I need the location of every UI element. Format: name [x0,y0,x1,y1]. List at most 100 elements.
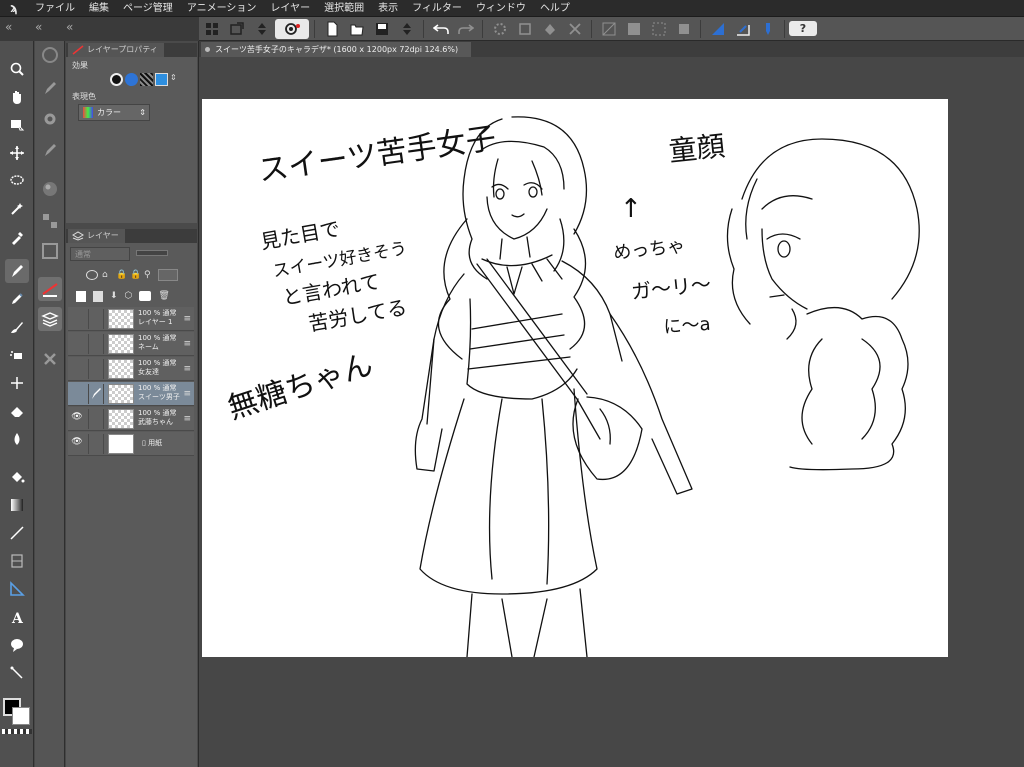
edit-target-cell[interactable] [88,334,104,354]
layer-row[interactable]: 100 % 通常 女友達 ≡ [68,357,194,381]
zoom-tool-icon[interactable] [5,57,29,81]
pen-subtool-icon[interactable] [38,77,62,101]
canvas-viewport[interactable]: スイーツ苦手女子 見た目で スイーツ好きそう と言われて 苦労してる 無糖ちゃん… [199,57,1024,767]
loading-icon[interactable] [488,19,511,39]
ruler-snap-icon[interactable] [706,19,729,39]
layer-menu-icon[interactable]: ≡ [183,364,191,374]
hand-tool-icon[interactable] [5,85,29,109]
layer-property-tab[interactable]: レイヤープロパティ [66,43,197,57]
menu-layer[interactable]: レイヤー [263,0,317,17]
new-window-icon[interactable] [200,19,223,39]
pencil-tool-icon[interactable] [5,287,29,311]
gear-icon[interactable] [38,107,62,131]
clip-icon[interactable]: ⌂ [102,270,112,280]
layer-row[interactable]: 👁 ▯ 用紙 [68,432,194,456]
reference-layer-icon[interactable]: ⚲ [144,270,154,280]
fill-selection-icon[interactable] [622,19,645,39]
search-icon[interactable] [38,43,62,67]
close-icon[interactable] [38,347,62,371]
layer-menu-icon[interactable]: ≡ [183,339,191,349]
eraser-tool-icon[interactable] [5,399,29,423]
new-raster-layer-icon[interactable] [76,290,86,302]
layer-menu-icon[interactable]: ≡ [183,314,191,324]
transform-icon[interactable] [513,19,536,39]
visibility-eye-icon[interactable] [70,312,84,324]
auto-select-tool-icon[interactable] [5,197,29,221]
menu-edit[interactable]: 編集 [82,0,116,17]
blend-mode-select[interactable]: 通常 [70,247,130,261]
fill-icon[interactable] [538,19,561,39]
visibility-eye-icon[interactable]: 👁 [70,412,84,424]
grid-icon[interactable] [38,209,62,233]
visibility-eye-icon[interactable]: 👁 [70,437,84,449]
collapse-toolstrip-icon[interactable]: « [5,19,12,35]
transparent-color-swatch[interactable] [2,729,32,734]
brush-tool-icon[interactable] [5,315,29,339]
open-file-icon[interactable] [345,19,368,39]
eyedropper-tool-icon[interactable] [5,225,29,249]
edit-target-cell[interactable] [88,359,104,379]
edit-target-cell[interactable] [88,309,104,329]
menu-animation[interactable]: アニメーション [180,0,264,17]
crop-icon[interactable] [563,19,586,39]
border-effect-icon[interactable] [110,73,123,86]
merge-icon[interactable]: ⬡ [125,291,133,301]
sphere-icon[interactable] [38,177,62,201]
layer-row[interactable]: 👁 100 % 通常 武藤ちゃん ≡ [68,407,194,431]
stepper-icon[interactable] [250,19,273,39]
close-tab-icon[interactable] [205,47,210,52]
stepper-icon-2[interactable] [395,19,418,39]
save-icon[interactable] [370,19,393,39]
expression-color-select[interactable]: カラー ⇕ [78,104,150,121]
lock-icon[interactable]: 🔒 [116,270,127,280]
visibility-eye-icon[interactable] [70,362,84,374]
menu-selection[interactable]: 選択範囲 [317,0,371,17]
pen-subtool-2-icon[interactable] [38,139,62,163]
export-icon[interactable] [225,19,248,39]
grid-snap-icon[interactable] [756,19,779,39]
ruler-tool-icon[interactable] [5,577,29,601]
airbrush-tool-icon[interactable] [5,343,29,367]
layer-menu-icon[interactable]: ≡ [183,389,191,399]
app-logo-icon[interactable]: ϡ [0,0,28,17]
tone-effect-icon[interactable] [125,73,138,86]
menu-file[interactable]: ファイル [28,0,82,17]
new-vector-layer-icon[interactable] [93,290,103,302]
edit-target-cell[interactable] [88,434,104,454]
correct-line-tool-icon[interactable] [5,661,29,685]
deselect-icon[interactable] [672,19,695,39]
palette-menu-icon[interactable] [158,269,178,281]
layer-mask-icon[interactable] [86,270,98,280]
effect-stepper-icon[interactable]: ⇕ [170,73,178,86]
collapse-substrip-icon[interactable]: « [35,19,42,35]
lock-alpha-icon[interactable]: 🔒 [130,270,141,280]
layer-property-tab-icon[interactable] [38,277,62,301]
fill-tool-icon[interactable] [5,465,29,489]
edit-target-cell[interactable] [88,409,104,429]
text-tool-icon[interactable]: A [5,605,29,629]
balloon-tool-icon[interactable] [5,633,29,657]
layer-color-icon[interactable] [155,73,168,86]
menu-view[interactable]: 表示 [371,0,405,17]
canvas[interactable]: スイーツ苦手女子 見た目で スイーツ好きそう と言われて 苦労してる 無糖ちゃん… [202,99,948,657]
visibility-eye-icon[interactable] [70,387,84,399]
color-swatch[interactable] [2,698,32,734]
layer-tab-icon[interactable] [38,307,62,331]
collapse-panels-icon[interactable]: « [66,19,73,35]
figure-tool-icon[interactable] [5,521,29,545]
special-ruler-snap-icon[interactable] [731,19,754,39]
decoration-tool-icon[interactable] [5,371,29,395]
menu-window[interactable]: ウィンドウ [469,0,533,17]
tone-pattern-icon[interactable] [140,73,153,86]
layer-panel-tab[interactable]: レイヤー [66,229,197,243]
edit-target-cell[interactable] [88,384,104,404]
undo-icon[interactable] [429,19,452,39]
redo-icon[interactable] [454,19,477,39]
down-arrow-icon[interactable]: ⬇ [110,291,118,301]
pen-tool-icon[interactable] [5,259,29,283]
menu-filter[interactable]: フィルター [405,0,469,17]
panel-icon[interactable] [38,239,62,263]
trash-icon[interactable]: 🗑 [158,291,169,301]
layer-menu-icon[interactable]: ≡ [183,414,191,424]
help-button[interactable]: ? [789,21,817,36]
